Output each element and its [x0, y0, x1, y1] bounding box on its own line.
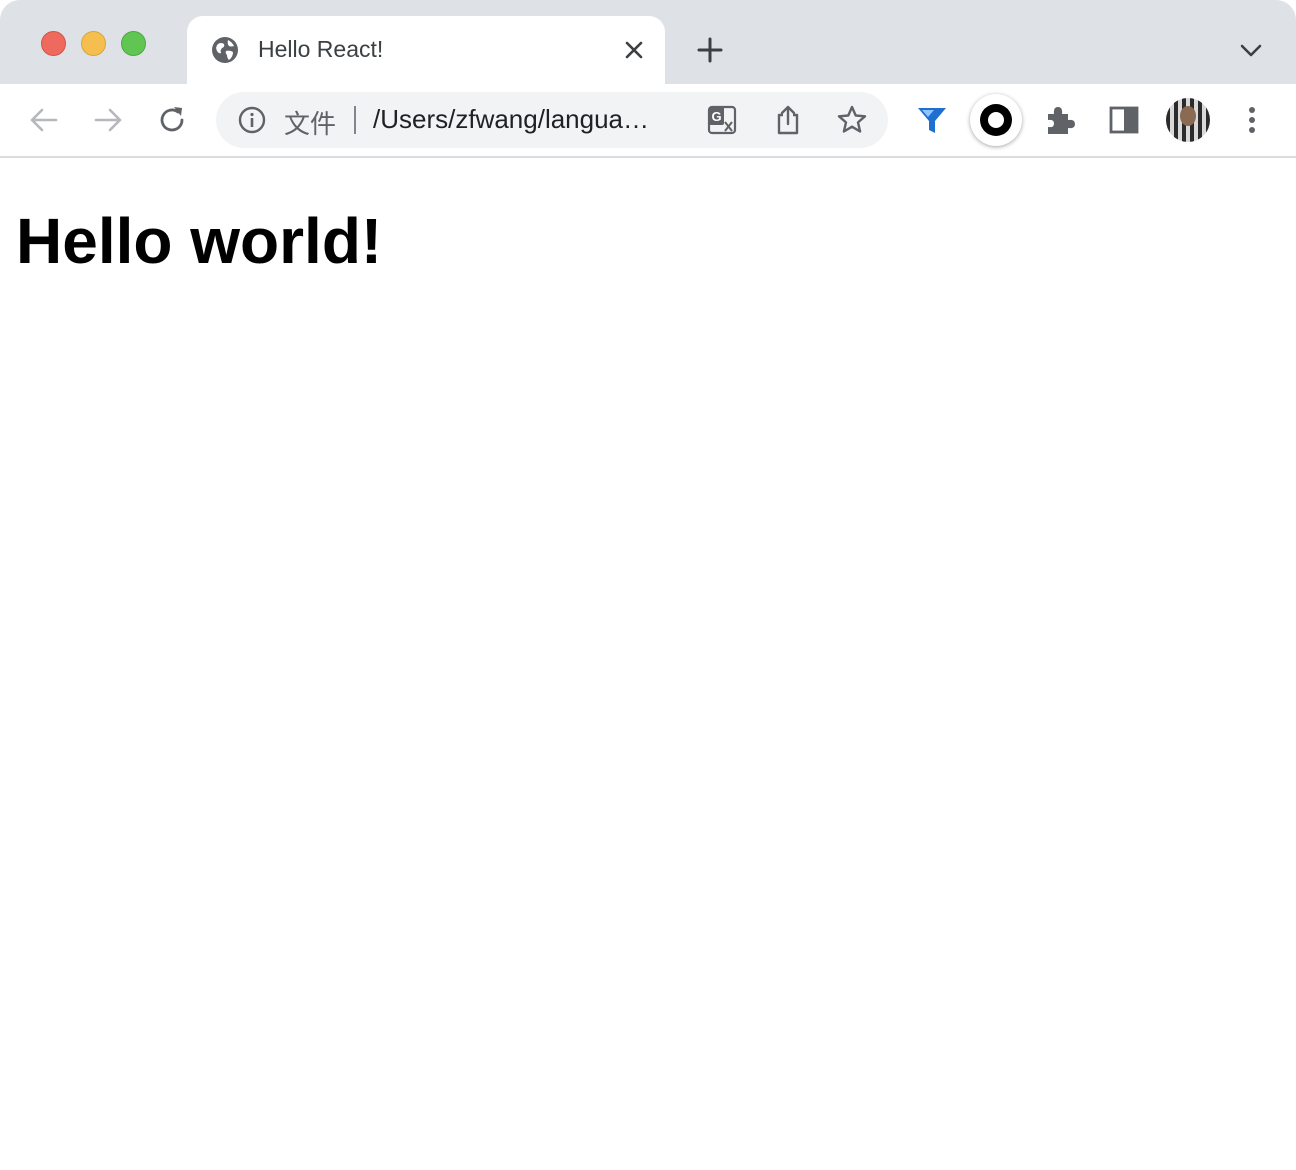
page-heading: Hello world!: [16, 205, 383, 277]
translate-icon[interactable]: G: [706, 104, 738, 136]
share-icon[interactable]: [772, 104, 804, 136]
profile-avatar[interactable]: [1166, 98, 1210, 142]
chevron-down-icon[interactable]: [1239, 40, 1263, 60]
tab-active[interactable]: Hello React!: [187, 16, 665, 84]
ring-extension-button[interactable]: [970, 94, 1022, 146]
window-maximize-button[interactable]: [121, 31, 146, 56]
window-close-button[interactable]: [41, 31, 66, 56]
tab-strip: Hello React!: [0, 0, 1296, 84]
kebab-menu-icon[interactable]: [1234, 102, 1270, 138]
new-tab-button[interactable]: [696, 36, 724, 64]
url-divider: [354, 106, 356, 134]
bookmark-star-icon[interactable]: [836, 104, 868, 136]
toolbar: 文件 /Users/zfwang/langua… G: [0, 84, 1296, 158]
side-panel-icon[interactable]: [1106, 102, 1142, 138]
funnel-extension-icon[interactable]: [914, 102, 950, 138]
url-text[interactable]: /Users/zfwang/langua…: [373, 104, 693, 135]
page-content: Hello world!: [0, 158, 1296, 1170]
info-icon[interactable]: [238, 106, 266, 134]
globe-icon: [212, 37, 238, 63]
avatar-face: [1180, 106, 1196, 126]
puzzle-extensions-icon[interactable]: [1042, 102, 1078, 138]
arrow-right-icon[interactable]: [90, 102, 126, 138]
close-icon[interactable]: [623, 39, 645, 61]
ring-extension-icon: [980, 104, 1012, 136]
browser-window: Hello React! 文件 /Users/zfwang/langua… G …: [0, 0, 1296, 1170]
svg-text:G: G: [711, 109, 721, 124]
url-scheme-label: 文件: [284, 110, 337, 140]
tab-title: Hello React!: [258, 36, 384, 62]
reload-icon[interactable]: [154, 102, 190, 138]
window-minimize-button[interactable]: [81, 31, 106, 56]
address-bar[interactable]: 文件 /Users/zfwang/langua… G: [216, 92, 888, 148]
arrow-left-icon[interactable]: [26, 102, 62, 138]
